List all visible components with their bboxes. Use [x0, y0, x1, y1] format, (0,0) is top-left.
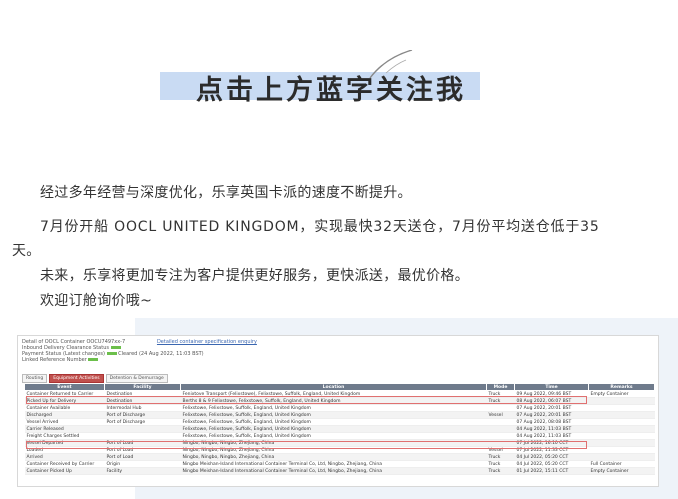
- cell-event: Arrived: [24, 453, 105, 461]
- table-row: Carrier Released Felixstowe, Felixstowe, …: [24, 425, 655, 433]
- cell-remarks: [588, 418, 655, 426]
- column-header-time: Time: [514, 383, 589, 391]
- column-header-mode: Mode: [486, 383, 515, 391]
- cell-facility: Intermodal Hub: [104, 404, 181, 412]
- table-row: Freight Charges Settled Felixstowe, Felix…: [24, 432, 655, 440]
- cell-mode: Truck: [486, 467, 515, 475]
- cell-mode: [486, 432, 515, 440]
- cell-time: 01 Jul 2022, 15:11 CCT: [514, 467, 589, 475]
- cell-mode: Truck: [486, 453, 515, 461]
- table-row: Container Available Intermodal Hub Felixst…: [24, 404, 655, 412]
- cell-facility: [104, 425, 181, 433]
- highlight-box-departed: [26, 441, 587, 449]
- table-header-row: Event Facility Location Mode Time Remark…: [24, 383, 655, 391]
- cell-location: Ningbo, Ningbo, Ningbo, Zhejiang, China: [180, 453, 487, 461]
- status-indicator-icon: [106, 352, 117, 355]
- cell-facility: Facility: [104, 467, 181, 475]
- spec-enquiry-link[interactable]: Detailed container specification enquiry: [157, 339, 257, 345]
- cell-time: 04 Jul 2022, 05:20 CCT: [514, 453, 589, 461]
- cell-event: Vessel Arrived: [24, 418, 105, 426]
- cell-facility: Origin: [104, 460, 181, 468]
- cell-location: Felixstowe, Felixstowe, Suffolk, England…: [180, 411, 487, 419]
- cleared-status-value: Cleared (24 Aug 2022, 11:03 BST): [118, 351, 204, 357]
- cell-time: 04 Jul 2022, 05:20 CCT: [514, 460, 589, 468]
- column-header-location: Location: [180, 383, 487, 391]
- article-paragraph-2-continued: 天。: [12, 243, 41, 259]
- article-paragraph-2: 7月份开船 OOCL UNITED KINGDOM，实现最快32天送仓，7月份平…: [40, 219, 600, 235]
- cell-remarks: [588, 425, 655, 433]
- cell-event: Freight Charges Settled: [24, 432, 105, 440]
- cell-location: Felixstowe, Felixstowe, Suffolk, England…: [180, 432, 487, 440]
- column-header-facility: Facility: [104, 383, 181, 391]
- cell-remarks: [588, 439, 655, 447]
- cell-event: Container Received by Carrier: [24, 460, 105, 468]
- status-indicator-icon: [110, 346, 121, 349]
- cell-time: 07 Aug 2022, 20:01 BST: [514, 404, 589, 412]
- linked-reference-label: Linked Reference Number: [22, 357, 87, 363]
- cell-event: Discharged: [24, 411, 105, 419]
- table-row: Vessel Arrived Port of Discharge Felixstow…: [24, 418, 655, 426]
- column-header-event: Event: [24, 383, 105, 391]
- tab-routing[interactable]: Routing: [22, 374, 48, 383]
- cell-remarks: Empty Container: [588, 467, 655, 475]
- cell-remarks: [588, 404, 655, 412]
- table-row: Container Picked Up Facility Ningbo Meisha…: [24, 467, 655, 475]
- table-row: Discharged Port of Discharge Felixstowe, F…: [24, 411, 655, 419]
- cell-location: Ningbo Meishan-Island International Cont…: [180, 460, 487, 468]
- article-paragraph-4: 欢迎订舱询价哦~: [40, 293, 153, 309]
- table-row: Arrived Port of Load Ningbo, Ningbo, Ningb…: [24, 453, 655, 461]
- cell-event: Carrier Released: [24, 425, 105, 433]
- cell-mode: [486, 404, 515, 412]
- cell-mode: [486, 425, 515, 433]
- follow-banner: 点击上方蓝字关注我: [160, 50, 490, 110]
- cell-remarks: Full Container: [588, 460, 655, 468]
- cell-time: 07 Aug 2022, 08:08 BST: [514, 418, 589, 426]
- cell-facility: Port of Discharge: [104, 418, 181, 426]
- cell-location: Felixstowe, Felixstowe, Suffolk, England…: [180, 404, 487, 412]
- tracking-screenshot: Detail of OOCL Container OOCU7497xx-7 De…: [17, 335, 659, 487]
- cell-location: Felixstowe, Felixstowe, Suffolk, England…: [180, 425, 487, 433]
- table-row: Container Received by Carrier Origin Ningb…: [24, 460, 655, 468]
- column-header-remarks: Remarks: [588, 383, 655, 391]
- cell-mode: [486, 418, 515, 426]
- status-indicator-icon: [88, 358, 99, 361]
- cell-event: Container Picked Up: [24, 467, 105, 475]
- cell-mode: Vessel: [486, 411, 515, 419]
- cell-time: 07 Aug 2022, 20:01 BST: [514, 411, 589, 419]
- cell-remarks: [588, 453, 655, 461]
- cell-location: Felixstowe, Felixstowe, Suffolk, England…: [180, 418, 487, 426]
- cell-facility: [104, 432, 181, 440]
- tab-detention-demurrage[interactable]: Detention & Demurrage: [105, 374, 168, 383]
- cell-remarks: Empty Container: [588, 390, 655, 398]
- cell-remarks: [588, 432, 655, 440]
- cell-facility: Port of Discharge: [104, 411, 181, 419]
- cell-time: 04 Aug 2022, 11:03 BST: [514, 425, 589, 433]
- cell-event: Container Available: [24, 404, 105, 412]
- cell-remarks: [588, 397, 655, 405]
- cell-mode: Truck: [486, 460, 515, 468]
- cell-time: 04 Aug 2022, 11:03 BST: [514, 432, 589, 440]
- article-paragraph-3: 未来，乐享将更加专注为客户提供更好服务，更快派送，最优价格。: [40, 268, 469, 284]
- article-paragraph-1: 经过多年经营与深度优化，乐享英国卡派的速度不断提升。: [40, 185, 412, 201]
- tab-equipment-activities[interactable]: Equipment Activities: [49, 374, 104, 383]
- cell-remarks: [588, 446, 655, 454]
- tracking-tabs: Routing Equipment Activities Detention & D…: [22, 374, 170, 383]
- banner-title: 点击上方蓝字关注我: [196, 75, 466, 106]
- screenshot-header: Detail of OOCL Container OOCU7497xx-7 De…: [18, 336, 658, 363]
- cell-facility: Port of Load: [104, 453, 181, 461]
- highlight-box-pickup: [26, 396, 587, 404]
- cell-location: Ningbo Meishan-Island International Cont…: [180, 467, 487, 475]
- cell-remarks: [588, 411, 655, 419]
